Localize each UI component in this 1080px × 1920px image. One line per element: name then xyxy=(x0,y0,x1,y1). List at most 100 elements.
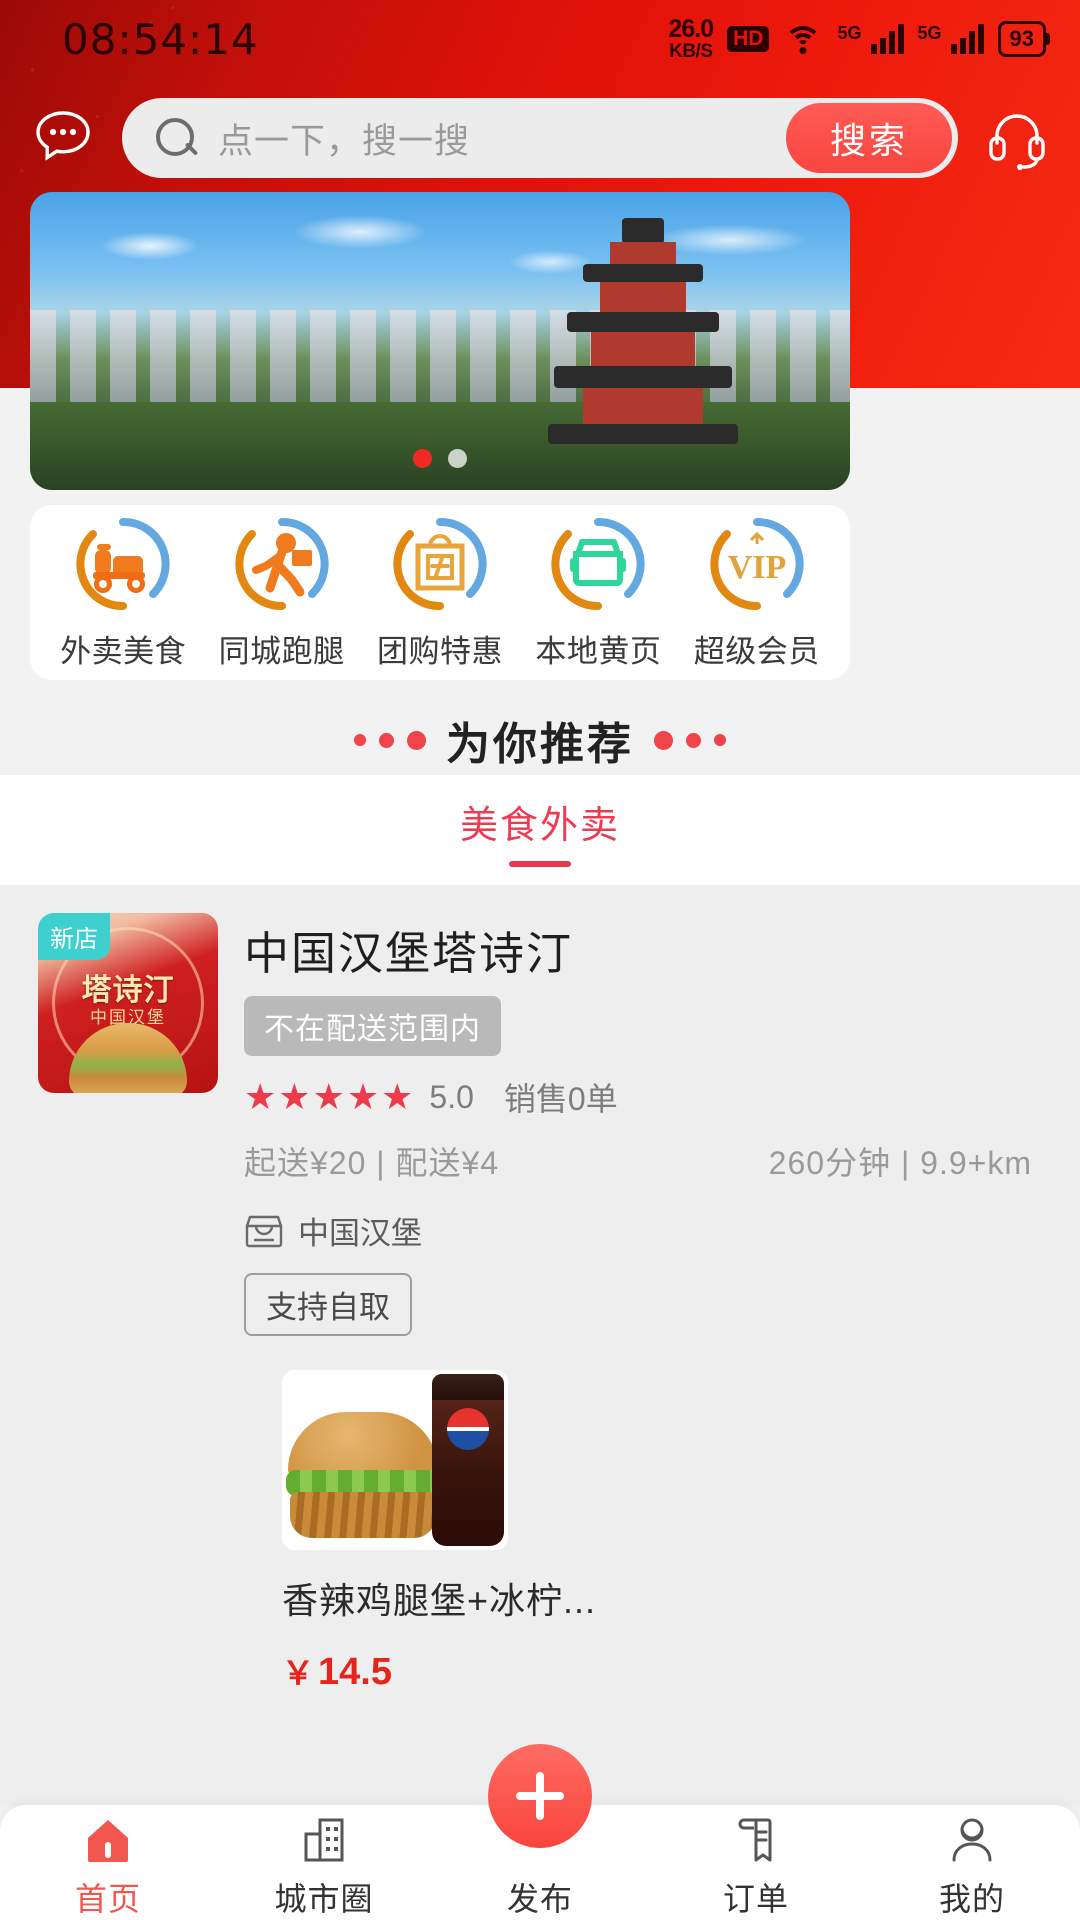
tab-underline xyxy=(508,860,571,867)
category-item-takeout[interactable]: 外卖美食 xyxy=(48,514,198,671)
dish-image[interactable] xyxy=(282,1370,508,1550)
shop-name[interactable]: 中国汉堡塔诗汀 xyxy=(244,917,1042,982)
home-icon xyxy=(82,1814,134,1866)
category-label: 外卖美食 xyxy=(60,634,187,669)
decor-dots-left xyxy=(354,730,426,750)
storefront-icon xyxy=(244,1214,284,1248)
nav-item-home[interactable]: 首页 xyxy=(0,1806,216,1920)
signal-bars-2 xyxy=(950,24,984,54)
signal-icon-2: 5G xyxy=(918,24,984,54)
nav-item-city[interactable]: 城市圈 xyxy=(216,1806,432,1920)
wifi-icon xyxy=(783,24,823,54)
new-shop-badge: 新店 xyxy=(38,913,110,960)
dish-item[interactable]: 香辣鸡腿堡+冰柠... ￥ 14.5 xyxy=(0,1370,1080,1694)
chat-bubble-icon[interactable] xyxy=(26,101,100,175)
signal-bars-1 xyxy=(870,24,904,54)
category-label: 同城跑腿 xyxy=(218,634,345,669)
banner-dot-2[interactable] xyxy=(448,449,467,468)
group-buy-bag-icon xyxy=(390,514,490,614)
publish-fab-button[interactable] xyxy=(488,1744,592,1848)
banner-pagoda xyxy=(548,216,738,446)
currency-symbol: ￥ xyxy=(282,1655,315,1691)
chicken-patty xyxy=(290,1492,436,1538)
delivery-status-badge: 不在配送范围内 xyxy=(244,996,501,1056)
search-box[interactable]: 点一下，搜一搜 搜索 xyxy=(122,98,958,178)
nav-item-profile[interactable]: 我的 xyxy=(864,1806,1080,1920)
rating-row: ★ ★ ★ ★ ★ 5.0 销售0单 xyxy=(244,1074,1042,1120)
dish-price: ￥ 14.5 xyxy=(282,1648,1080,1694)
shop-category-row: 中国汉堡 xyxy=(244,1208,1042,1253)
nav-label: 订单 xyxy=(722,1880,789,1917)
signal-icon-1: 5G xyxy=(837,23,904,54)
rating-value: 5.0 xyxy=(429,1078,474,1115)
shop-list[interactable]: 新店 塔诗汀 中国汉堡 中国汉堡塔诗汀 不在配送范围内 ★ ★ ★ ★ ★ 5.… xyxy=(0,885,1080,1805)
network-speed-unit: KB/S xyxy=(669,41,713,62)
receipt-icon xyxy=(730,1814,782,1866)
status-time: 08:54:14 xyxy=(62,14,259,64)
category-item-vip[interactable]: VIP 超级会员 xyxy=(682,514,832,671)
search-input[interactable]: 点一下，搜一搜 xyxy=(218,113,470,164)
nav-label: 首页 xyxy=(74,1880,141,1917)
pickup-tag: 支持自取 xyxy=(244,1273,412,1336)
category-item-groupbuy[interactable]: 团购特惠 xyxy=(365,514,515,671)
car-front-icon xyxy=(548,514,648,614)
price-value: 14.5 xyxy=(318,1651,392,1693)
search-button[interactable]: 搜索 xyxy=(786,103,952,173)
city-building-icon xyxy=(298,1814,350,1866)
user-icon xyxy=(946,1814,998,1866)
headset-icon[interactable] xyxy=(980,101,1054,175)
vip-crown-icon: VIP xyxy=(707,514,807,614)
eta-distance: 260分钟 | 9.9+km xyxy=(768,1145,1032,1181)
category-label: 团购特惠 xyxy=(376,634,503,669)
star-icon: ★ xyxy=(244,1076,277,1117)
recommend-title: 为你推荐 xyxy=(446,720,634,769)
decor-dots-right xyxy=(654,730,726,750)
cola-logo xyxy=(447,1408,489,1450)
tab-food-delivery[interactable]: 美食外卖 xyxy=(460,794,620,867)
status-icons: 26.0 KB/S HD 5G 5G 93 xyxy=(668,17,1046,61)
bun-top xyxy=(288,1412,438,1476)
signal-5g-label-1: 5G xyxy=(837,23,862,43)
banner-pagination[interactable] xyxy=(413,449,467,468)
tab-label: 美食外卖 xyxy=(459,804,620,847)
svg-text:VIP: VIP xyxy=(727,549,786,586)
burger-graphic xyxy=(286,1412,440,1544)
search-icon xyxy=(154,116,198,160)
nav-label: 发布 xyxy=(506,1880,573,1917)
shop-category-name: 中国汉堡 xyxy=(298,1216,422,1251)
banner-dot-1[interactable] xyxy=(413,449,432,468)
tab-strip: 美食外卖 xyxy=(0,775,1080,885)
star-icon: ★ xyxy=(346,1076,380,1117)
running-courier-icon xyxy=(232,514,332,614)
category-item-yellowpages[interactable]: 本地黄页 xyxy=(523,514,673,671)
category-grid: 外卖美食 同城跑腿 团购特惠 本地黄页 VIP 超级会员 xyxy=(30,505,850,680)
banner-carousel[interactable] xyxy=(30,192,850,490)
search-row: 点一下，搜一搜 搜索 xyxy=(0,92,1080,184)
shop-info: 中国汉堡塔诗汀 不在配送范围内 ★ ★ ★ ★ ★ 5.0 销售0单 起送¥20… xyxy=(244,913,1042,1336)
shop-thumbnail[interactable]: 新店 塔诗汀 中国汉堡 xyxy=(38,913,218,1093)
shop-card[interactable]: 新店 塔诗汀 中国汉堡 中国汉堡塔诗汀 不在配送范围内 ★ ★ ★ ★ ★ 5.… xyxy=(0,913,1080,1336)
cola-cap xyxy=(432,1374,504,1400)
nav-label: 城市圈 xyxy=(274,1880,374,1917)
status-bar: 08:54:14 26.0 KB/S HD 5G 5G 93 xyxy=(0,0,1080,78)
category-item-errand[interactable]: 同城跑腿 xyxy=(207,514,357,671)
nav-label: 我的 xyxy=(938,1880,1005,1917)
category-label: 超级会员 xyxy=(693,634,820,669)
sales-count: 销售0单 xyxy=(503,1081,618,1117)
network-speed-value: 26.0 xyxy=(668,15,714,43)
cola-graphic xyxy=(432,1374,504,1546)
star-icon: ★ xyxy=(278,1076,311,1117)
star-icon: ★ xyxy=(381,1076,414,1117)
hd-icon: HD xyxy=(727,26,770,52)
battery-icon: 93 xyxy=(997,21,1046,57)
network-speed-indicator: 26.0 KB/S xyxy=(668,15,714,62)
recommend-title-bar: 为你推荐 xyxy=(0,700,1080,780)
rating-stars: ★ ★ ★ ★ ★ xyxy=(244,1079,413,1115)
star-icon: ★ xyxy=(312,1076,345,1117)
dish-name: 香辣鸡腿堡+冰柠... xyxy=(282,1580,597,1621)
nav-item-orders[interactable]: 订单 xyxy=(648,1806,864,1920)
scooter-delivery-icon xyxy=(73,514,173,614)
signal-5g-label-2: 5G xyxy=(917,23,942,43)
category-label: 本地黄页 xyxy=(535,634,662,669)
min-order-fee: 起送¥20 | 配送¥4 xyxy=(244,1145,500,1181)
